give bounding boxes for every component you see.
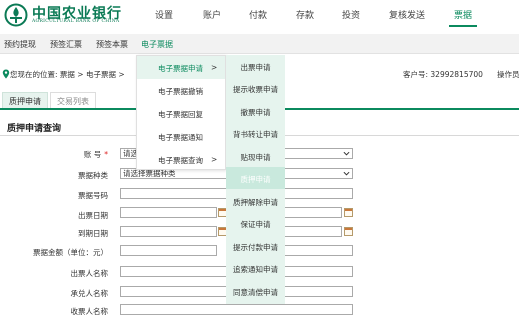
- menu-item-label: 电子票据通知: [158, 133, 203, 142]
- chevron-down-icon: [343, 151, 350, 156]
- submenu-item-discount[interactable]: 贴现申请: [226, 145, 285, 167]
- chevron-down-icon: [343, 171, 350, 176]
- bill-application-submenu: 出票申请 提示收票申请 撤票申请 背书转让申请 贴现申请 质押申请 质押解除申请…: [226, 55, 285, 304]
- drawer-name-label: 出票人名称: [70, 269, 109, 278]
- submenu-item-pledge[interactable]: 质押申请: [226, 167, 285, 189]
- topnav-account[interactable]: 账户: [203, 8, 221, 21]
- calendar-icon[interactable]: [344, 208, 353, 217]
- menu-item-label: 电子票据回复: [158, 110, 203, 119]
- tab-transaction-list[interactable]: 交易列表: [50, 92, 96, 108]
- issue-date-from-input[interactable]: [120, 207, 217, 218]
- bill-type-label: 票据种类: [78, 171, 108, 180]
- payee-name-label: 收票人名称: [70, 307, 109, 316]
- topnav-investment[interactable]: 投资: [342, 8, 360, 21]
- menu-item-bill-revoke[interactable]: 电子票据撤销: [137, 79, 225, 102]
- submenu-item-present-payment[interactable]: 提示付款申请: [226, 235, 285, 257]
- account-label-text: 账 号: [83, 150, 102, 159]
- issue-date-label: 出票日期: [78, 211, 108, 220]
- payee-name-input[interactable]: [120, 304, 353, 315]
- subnav-presigned-note[interactable]: 预签本票: [96, 39, 128, 50]
- submenu-item-pledge-release[interactable]: 质押解除申请: [226, 190, 285, 212]
- sub-nav: 预约提现 预签汇票 预签本票 电子票据: [0, 34, 519, 54]
- submenu-item-present-receipt[interactable]: 提示收票申请: [226, 77, 285, 99]
- topnav-active-underline: [449, 25, 477, 27]
- amount-from-input[interactable]: [120, 245, 217, 256]
- submenu-chevron-icon: >: [211, 63, 218, 72]
- topnav-deposit[interactable]: 存款: [296, 8, 314, 21]
- operator-label: 操作员: [497, 70, 519, 79]
- submenu-item-withdraw[interactable]: 撤票申请: [226, 100, 285, 122]
- menu-item-label: 电子票据查询: [158, 156, 203, 165]
- amount-label: 票据金额（单位：元）: [33, 248, 108, 257]
- subnav-scheduled-withdrawal[interactable]: 预约提现: [4, 39, 36, 50]
- due-date-label: 到期日期: [78, 229, 108, 238]
- submenu-item-agree-settlement[interactable]: 同意清偿申请: [226, 280, 285, 302]
- required-mark: *: [104, 150, 108, 159]
- section-title: 质押申请查询: [7, 124, 62, 134]
- submenu-item-issue[interactable]: 出票申请: [226, 55, 285, 77]
- topnav-settings[interactable]: 设置: [155, 8, 173, 21]
- breadcrumb: 您现在的位置: 票据 > 电子票据 >: [10, 70, 125, 79]
- menu-item-bill-reply[interactable]: 电子票据回复: [137, 102, 225, 125]
- location-pin-icon: [2, 69, 10, 79]
- menu-item-bill-notice[interactable]: 电子票据通知: [137, 125, 225, 148]
- tab-pledge-application[interactable]: 质押申请: [2, 92, 48, 108]
- acceptor-name-label: 承兑人名称: [70, 289, 109, 298]
- subnav-electronic-bills[interactable]: 电子票据: [141, 39, 173, 50]
- submenu-item-recourse-notice[interactable]: 追索通知申请: [226, 257, 285, 279]
- menu-item-label: 电子票据申请: [158, 64, 203, 73]
- customer-number: 客户号: 32992815700: [403, 70, 483, 79]
- calendar-icon[interactable]: [344, 227, 353, 236]
- header: 中国农业银行 AGRICULTURAL BANK OF CHINA 设置 账户 …: [0, 0, 519, 30]
- menu-item-label: 电子票据撤销: [158, 87, 203, 96]
- submenu-item-endorse-transfer[interactable]: 背书转让申请: [226, 122, 285, 144]
- electronic-bills-menu: 电子票据申请 > 电子票据撤销 电子票据回复 电子票据通知 电子票据查询 >: [136, 55, 226, 170]
- due-date-from-input[interactable]: [120, 226, 217, 237]
- top-nav: 设置 账户 付款 存款 投资 复核发送 票据: [0, 0, 519, 30]
- menu-item-bill-query[interactable]: 电子票据查询 >: [137, 148, 225, 171]
- subnav-presigned-draft[interactable]: 预签汇票: [50, 39, 82, 50]
- topnav-bills[interactable]: 票据: [454, 8, 472, 21]
- account-label: 账 号 *: [74, 149, 108, 160]
- bill-number-label: 票据号码: [78, 191, 108, 200]
- submenu-item-guarantee[interactable]: 保证申请: [226, 212, 285, 234]
- submenu-chevron-icon: >: [211, 155, 218, 164]
- topnav-payment[interactable]: 付款: [249, 8, 267, 21]
- topnav-review-send[interactable]: 复核发送: [389, 8, 425, 21]
- menu-item-bill-application[interactable]: 电子票据申请 >: [137, 56, 225, 79]
